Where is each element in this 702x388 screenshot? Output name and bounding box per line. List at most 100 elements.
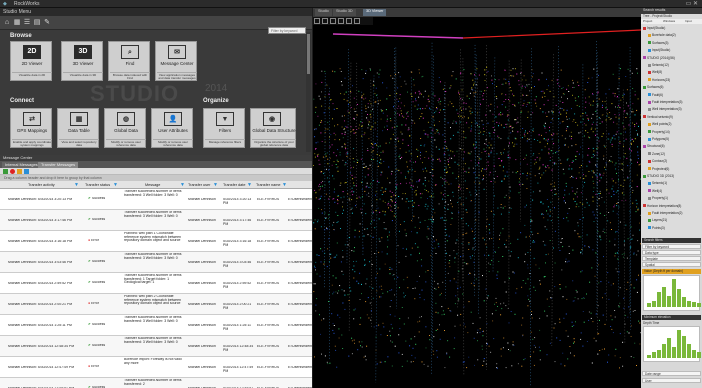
checkbox-icon[interactable]	[648, 226, 651, 230]
tab-studio[interactable]: Studio	[315, 9, 332, 16]
date-range-filter[interactable]: Date range	[642, 371, 701, 376]
tab-project[interactable]: Project	[643, 19, 652, 23]
filter-icon[interactable]: ▼	[213, 182, 218, 188]
checkbox-icon[interactable]	[643, 26, 646, 30]
table-row[interactable]: Michael Dennison: 5/30/2014 3:03:46 PM ✔ …	[0, 252, 312, 273]
tree-item[interactable]: Contour(2)	[648, 159, 667, 163]
fit-view-icon[interactable]	[346, 18, 352, 24]
tree-item[interactable]: Input(Studio)	[643, 26, 665, 30]
tree-item[interactable]: Borehole data(2)	[648, 33, 676, 37]
tree-item[interactable]: Fault(6)	[648, 93, 663, 97]
column-transfer-name[interactable]: Transfer name	[256, 183, 281, 187]
layout-icon[interactable]: ▦	[13, 19, 21, 27]
checkbox-icon[interactable]	[648, 48, 651, 52]
tree-item[interactable]: Well interpretation(3)	[648, 107, 682, 111]
tree-item[interactable]: Well(8)	[648, 70, 662, 74]
table-row[interactable]: Michael Dennison: 5/30/2014 2:59:52 PM ✔ …	[0, 273, 312, 294]
tile-global-data[interactable]: ◍ Global Data Modify or remove user refe…	[104, 108, 146, 148]
checkbox-icon[interactable]	[648, 71, 651, 75]
checkbox-icon[interactable]	[648, 189, 651, 193]
tile-2d-viewer[interactable]: 2D 2D Viewer Visualize data in 2D	[10, 41, 52, 81]
tile-message-center[interactable]: ✉ Message Center View application messag…	[155, 41, 197, 81]
settings-icon[interactable]: ✎	[43, 19, 51, 27]
table-row[interactable]: Michael Dennison: 5/30/2014 12:45:51 PM✔…	[0, 378, 312, 388]
tree-item[interactable]: Seismic(12)	[648, 63, 669, 67]
column-transfer-user[interactable]: Transfer user	[188, 183, 210, 187]
checkbox-icon[interactable]	[648, 211, 651, 215]
tile-user-attributes[interactable]: 👤 User Attributes Modify or remove user …	[151, 108, 193, 148]
depth-filter-header[interactable]: Value (Depth ft per domain)	[642, 269, 701, 274]
tree-item[interactable]: Vertical seismic(9)	[643, 115, 673, 119]
tile-3d-viewer[interactable]: 3D 3D Viewer Visualize data in 3D	[61, 41, 103, 81]
table-row[interactable]: Michael Dennison: 5/30/2014 3:16:18 PM ● …	[0, 231, 312, 252]
tree-item[interactable]: Zone(12)	[648, 152, 665, 156]
tree-item[interactable]: Points(3)	[648, 226, 665, 230]
column-transfer-activity[interactable]: Transfer activity	[28, 183, 55, 187]
checkbox-icon[interactable]	[648, 34, 651, 38]
time-filter-header[interactable]: Minimum elevation	[642, 315, 701, 320]
depth-histogram[interactable]	[643, 275, 701, 311]
studio-scrollbar[interactable]	[306, 32, 311, 152]
tree-item[interactable]: Well points(2)	[648, 122, 671, 126]
filter-icon[interactable]: ▼	[247, 182, 252, 188]
point-cloud-canvas[interactable]	[313, 8, 641, 388]
checkbox-icon[interactable]	[648, 122, 651, 126]
tree-item[interactable]: Property(14)	[648, 130, 670, 134]
tree-item[interactable]: Fault interpretation(3)	[648, 100, 682, 104]
tree-item[interactable]: Property(1)	[648, 196, 668, 200]
error-filter-icon[interactable]	[10, 169, 15, 174]
column-transfer-status[interactable]: Transfer status	[85, 183, 110, 187]
tab-studio-3d[interactable]: Studio 3D	[333, 9, 356, 16]
checkbox-icon[interactable]	[643, 56, 646, 60]
tab-input[interactable]: Input	[685, 19, 692, 23]
checkbox-icon[interactable]	[648, 93, 651, 97]
home-icon[interactable]: ⌂	[3, 19, 11, 27]
data-type-filter[interactable]: Data type	[642, 250, 701, 255]
tree-item[interactable]: Horizons(23)	[648, 78, 670, 82]
3d-viewport[interactable]	[313, 8, 641, 388]
zoom-tool-icon[interactable]	[330, 18, 336, 24]
table-row[interactable]: Michael Dennison: 5/30/2014 12:48:34 PM ✔…	[0, 336, 312, 357]
tile-find[interactable]: ⌕ Find Browse data indexed with Find	[108, 41, 150, 81]
tree-item[interactable]: Seismic(1)	[648, 181, 667, 185]
tree-item[interactable]: Surfaces(3)	[648, 41, 668, 45]
filter-icon[interactable]: ▼	[113, 182, 118, 188]
checkbox-icon[interactable]	[648, 108, 651, 112]
user-filter[interactable]: User	[642, 378, 701, 383]
tree-item[interactable]: Fault interpretation(2)	[648, 211, 682, 215]
time-histogram[interactable]	[643, 326, 701, 362]
depth-time-toggle[interactable]: Depth Time	[643, 321, 659, 325]
table-row[interactable]: Michael Dennison: 5/30/2014 2:00:21 PM ● …	[0, 294, 312, 315]
checkbox-icon[interactable]	[643, 145, 646, 149]
filter-icon[interactable]: ▼	[282, 182, 287, 188]
checkbox-icon[interactable]	[648, 167, 651, 171]
tree-item[interactable]: Structural(6)	[643, 144, 665, 148]
info-filter-icon[interactable]	[24, 169, 29, 174]
success-filter-icon[interactable]	[3, 169, 8, 174]
warning-filter-icon[interactable]	[17, 169, 22, 174]
checkbox-icon[interactable]	[648, 196, 651, 200]
tree-item[interactable]: Surfaces(6)	[643, 85, 663, 89]
window-controls[interactable]: ▭ ✕	[686, 0, 698, 7]
checkbox-icon[interactable]	[648, 100, 651, 104]
tree-item[interactable]: Projected(6)	[648, 167, 669, 171]
tab-windows[interactable]: Windows	[663, 19, 675, 23]
table-row[interactable]: Michael Dennison: 5/30/2014 3:17:46 PM ✔ …	[0, 210, 312, 231]
checkbox-icon[interactable]	[648, 41, 651, 45]
checkbox-icon[interactable]	[648, 130, 651, 134]
tab-3d-viewer[interactable]: 3D Viewer	[363, 9, 387, 16]
table-row[interactable]: Michael Dennison: 5/30/2014 1:25:11 PM ✔ …	[0, 315, 312, 336]
list-icon[interactable]: ☰	[23, 19, 31, 27]
checkbox-icon[interactable]	[648, 159, 651, 163]
tree-item[interactable]: Polygons(5)	[648, 137, 669, 141]
tile-filters[interactable]: ▼ Filters Manage reference filters	[203, 108, 245, 148]
column-message[interactable]: Message	[145, 183, 160, 187]
checkbox-icon[interactable]	[648, 78, 651, 82]
select-tool-icon[interactable]	[314, 18, 320, 24]
checkbox-icon[interactable]	[648, 182, 651, 186]
tree-item[interactable]: Layers(21)	[648, 218, 667, 222]
template-filter[interactable]: Template	[642, 256, 701, 261]
filter-keyword-field[interactable]: Filter by keyword	[642, 244, 701, 249]
tree-item[interactable]: STUDIO (2014)(56)	[643, 56, 675, 60]
filter-icon[interactable]: ▼	[74, 182, 79, 188]
